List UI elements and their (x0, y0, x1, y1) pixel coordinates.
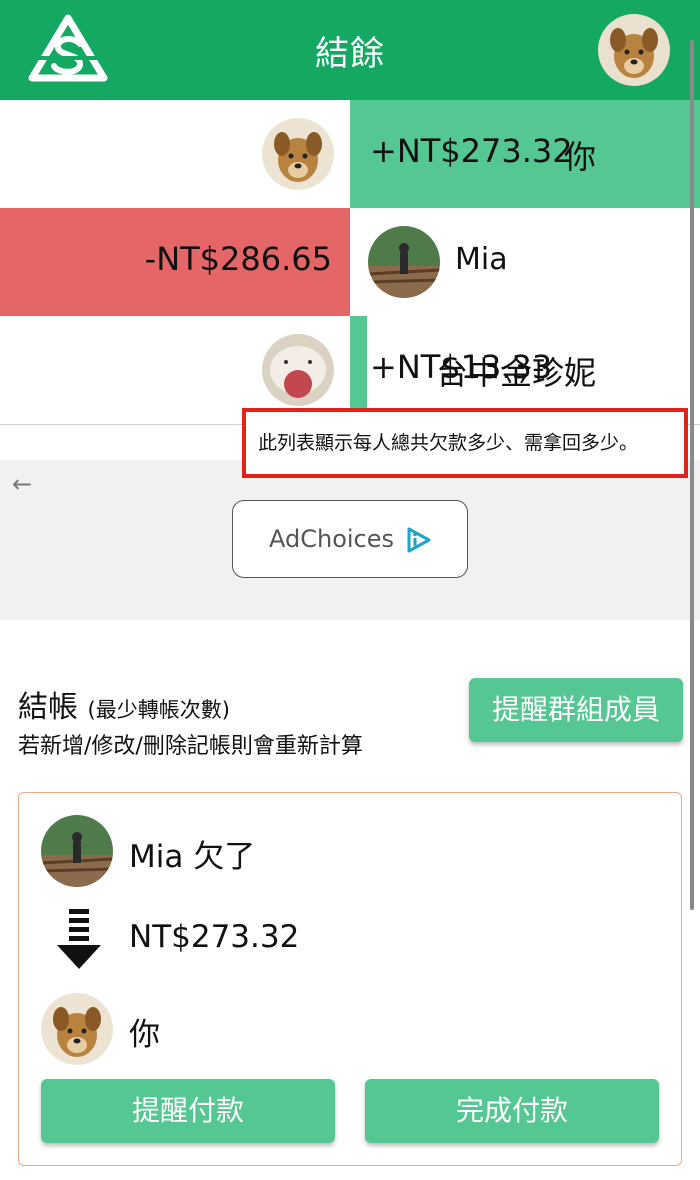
settle-subtitle: (最少轉帳次數) (87, 698, 230, 722)
adchoices-button[interactable]: AdChoices (232, 500, 468, 578)
scrollbar[interactable] (690, 40, 694, 910)
adchoices-label: AdChoices (269, 525, 395, 553)
balance-amount: -NT$286.65 (144, 240, 332, 278)
ad-banner: ← AdChoices (0, 460, 700, 620)
transfer-card: Mia 欠了 NT$273.32 你 提醒付款 完成付款 (18, 792, 682, 1166)
annotation-text: 此列表顯示每人總共欠款多少、需拿回多少。 (258, 432, 639, 454)
creditor-avatar (41, 993, 113, 1065)
balance-row[interactable]: -NT$286.65 Mia (0, 208, 700, 316)
creditor-label: 你 (129, 1017, 160, 1053)
balance-row[interactable]: 你 +NT$273.32 (0, 100, 700, 208)
complete-payment-button[interactable]: 完成付款 (365, 1079, 659, 1143)
page-title: 結餘 (315, 34, 385, 74)
adchoices-icon (407, 527, 431, 553)
balance-amount: +NT$273.32 (370, 132, 573, 170)
member-avatar (262, 334, 334, 406)
debtor-label: Mia 欠了 (129, 839, 256, 875)
back-arrow-icon[interactable]: ← (12, 470, 32, 498)
remind-payment-button[interactable]: 提醒付款 (41, 1079, 335, 1143)
settle-heading: 結帳 (最少轉帳次數) (18, 682, 230, 726)
debtor-avatar (41, 815, 113, 887)
app-header: 結餘 (0, 0, 700, 100)
member-avatar (368, 226, 440, 298)
annotation-callout: 此列表顯示每人總共欠款多少、需拿回多少。 (242, 408, 688, 478)
balance-amount: +NT$13.33 (370, 348, 553, 386)
settle-description: 若新增/修改/刪除記帳則會重新計算 (18, 734, 363, 759)
member-avatar (262, 118, 334, 190)
remind-group-button[interactable]: 提醒群組成員 (469, 678, 683, 742)
transfer-amount: NT$273.32 (129, 919, 300, 955)
user-avatar[interactable] (598, 14, 670, 86)
transfer-arrow-down-icon (57, 909, 101, 969)
settle-title: 結帳 (18, 690, 78, 725)
member-name: Mia (455, 242, 508, 277)
